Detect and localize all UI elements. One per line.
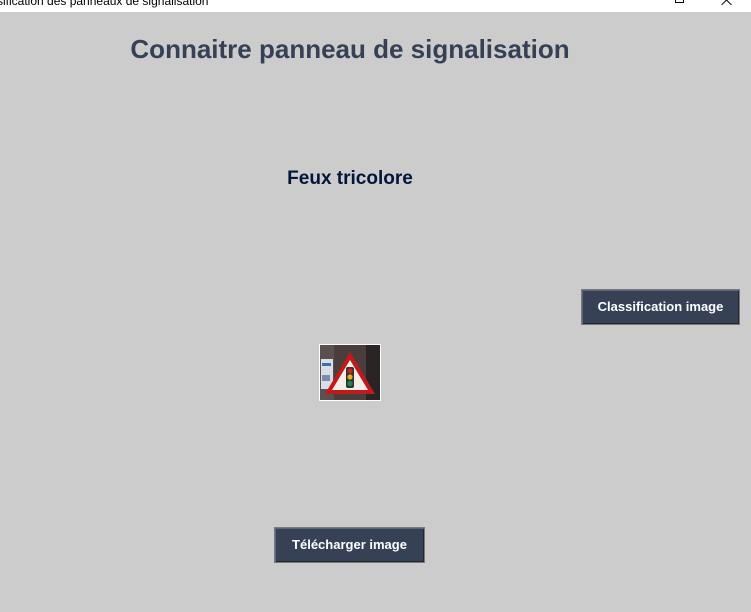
close-icon[interactable] <box>720 0 734 7</box>
app-window: ssification des panneaux de signalisatio… <box>0 0 751 612</box>
upload-image-button[interactable]: Télécharger image <box>274 527 425 563</box>
maximize-icon[interactable] <box>675 0 684 3</box>
main-content: Connaitre panneau de signalisation Feux … <box>0 12 751 612</box>
title-bar: ssification des panneaux de signalisatio… <box>0 0 751 12</box>
traffic-light-warning-sign-icon <box>320 345 380 400</box>
window-title: ssification des panneaux de signalisatio… <box>0 0 209 8</box>
page-title: Connaitre panneau de signalisation <box>130 34 570 64</box>
classify-image-button[interactable]: Classification image <box>581 289 740 325</box>
classification-result-label: Feux tricolore <box>287 168 413 189</box>
uploaded-image-thumbnail <box>319 344 381 401</box>
